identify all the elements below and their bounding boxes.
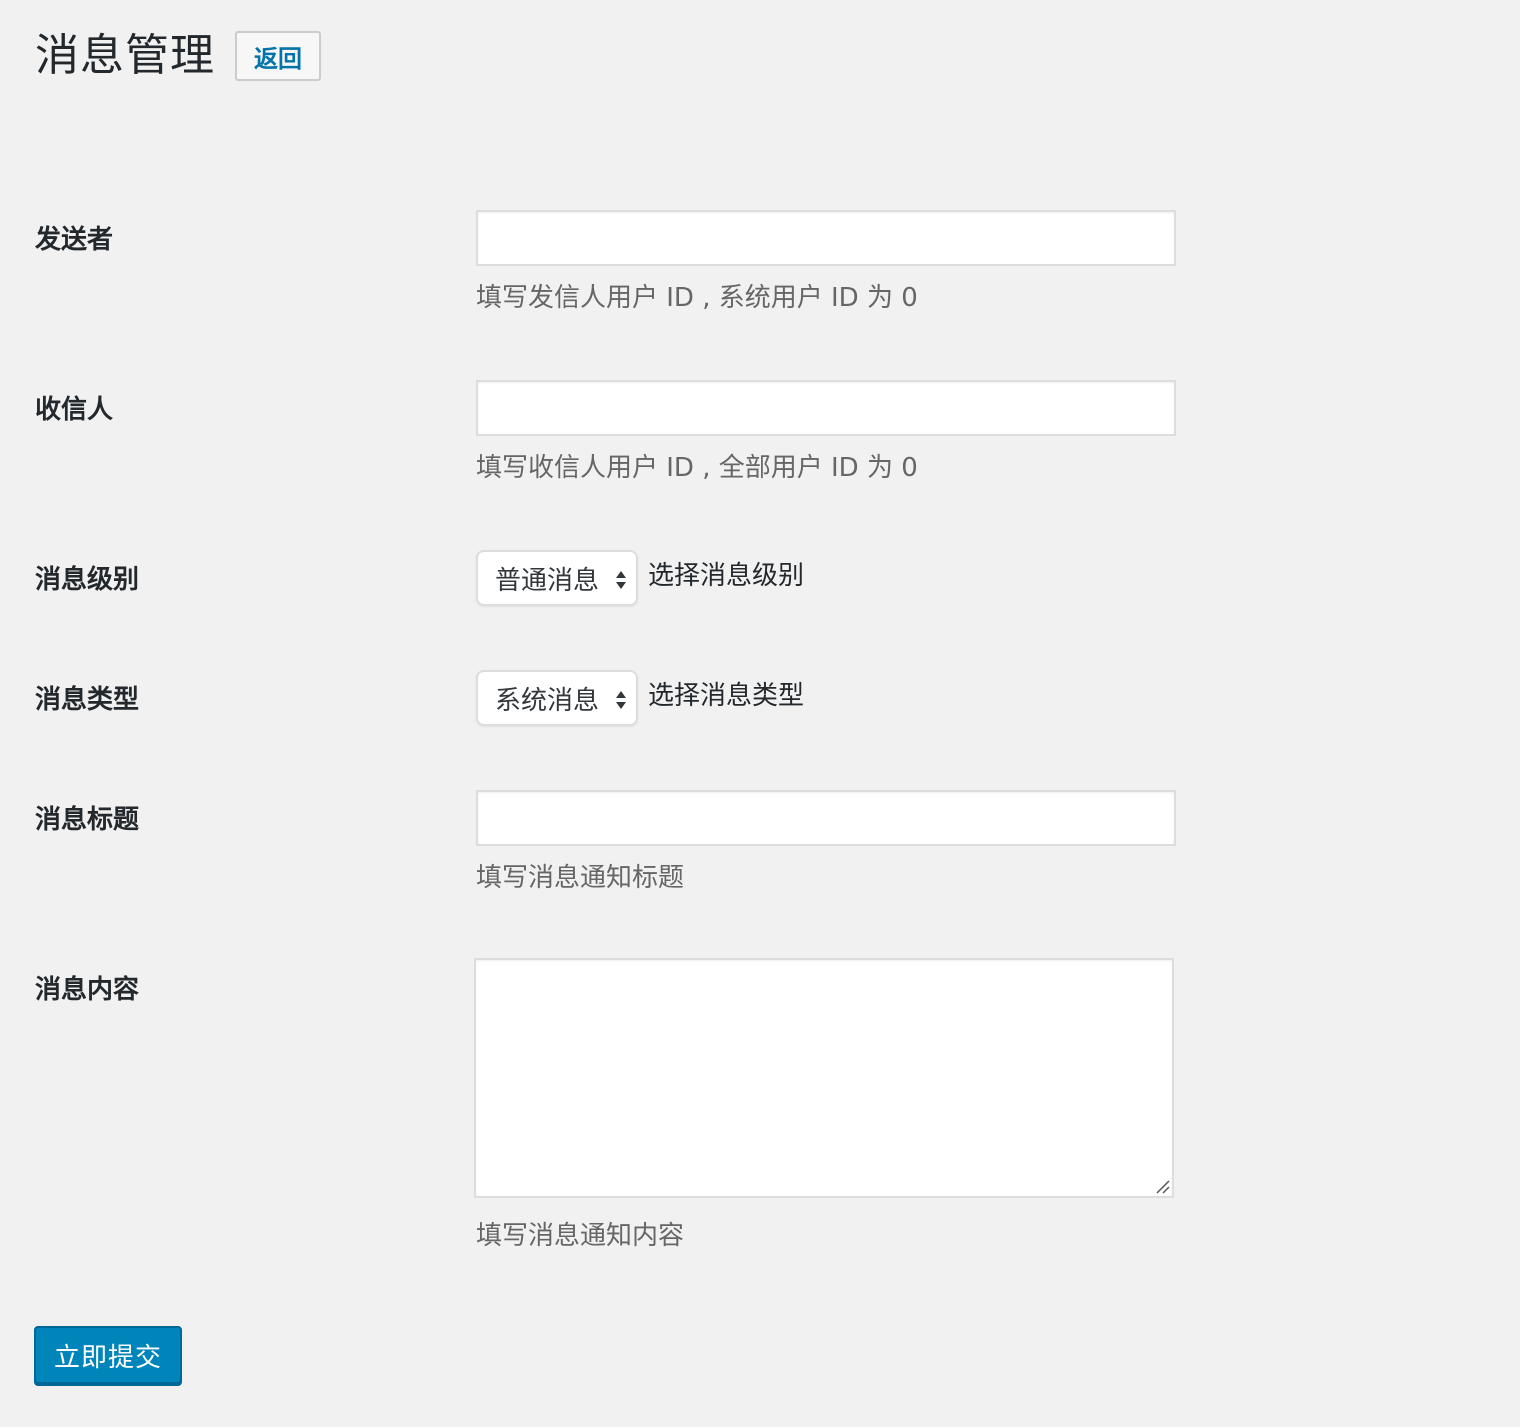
page-header: 消息管理 返回 bbox=[35, 26, 321, 86]
type-select[interactable]: 系统消息 bbox=[476, 670, 638, 726]
type-select-value: 系统消息 bbox=[495, 685, 600, 716]
level-select-value: 普通消息 bbox=[495, 565, 600, 596]
sender-input[interactable] bbox=[476, 210, 1176, 266]
content-description: 填写消息通知内容 bbox=[476, 1221, 685, 1251]
sender-label: 发送者 bbox=[35, 225, 114, 255]
page-title: 消息管理 bbox=[35, 30, 215, 81]
recipient-input[interactable] bbox=[476, 380, 1176, 436]
recipient-description: 填写收信人用户 ID , 全部用户 ID 为 0 bbox=[476, 453, 918, 483]
resize-handle-icon[interactable] bbox=[1154, 1178, 1170, 1194]
content-label: 消息内容 bbox=[35, 975, 140, 1005]
submit-button[interactable]: 立即提交 bbox=[34, 1326, 182, 1384]
level-label: 消息级别 bbox=[35, 565, 140, 595]
title-description: 填写消息通知标题 bbox=[476, 863, 685, 893]
sort-arrows-icon bbox=[616, 691, 626, 709]
sort-arrows-icon bbox=[616, 571, 626, 589]
type-label: 消息类型 bbox=[35, 685, 140, 715]
level-select[interactable]: 普通消息 bbox=[476, 550, 638, 606]
content-textarea[interactable] bbox=[474, 958, 1174, 1198]
level-hint: 选择消息级别 bbox=[648, 561, 805, 591]
sender-description: 填写发信人用户 ID , 系统用户 ID 为 0 bbox=[476, 283, 918, 313]
title-input[interactable] bbox=[476, 790, 1176, 846]
back-button[interactable]: 返回 bbox=[235, 31, 321, 81]
title-label: 消息标题 bbox=[35, 805, 140, 835]
recipient-label: 收信人 bbox=[35, 395, 114, 425]
type-hint: 选择消息类型 bbox=[648, 681, 805, 711]
